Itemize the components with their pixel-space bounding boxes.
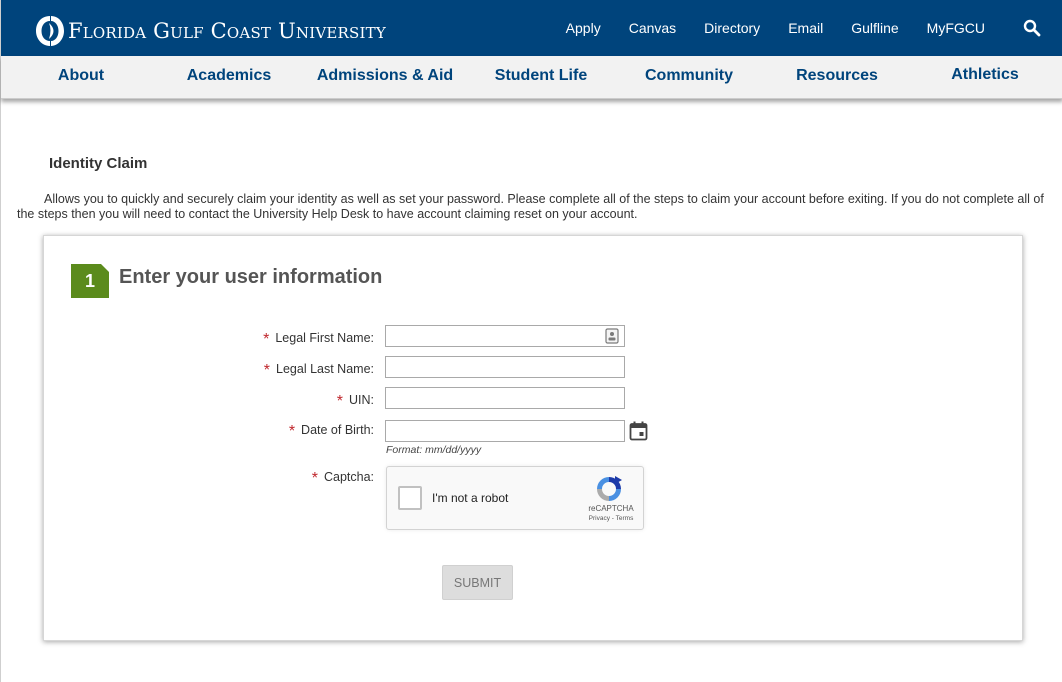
calendar-icon[interactable] [629,421,648,441]
dob-label-text: Date of Birth: [301,423,374,437]
top-header: Florida Gulf Coast University Apply Canv… [1,0,1062,56]
utility-link-myfgcu[interactable]: MyFGCU [927,20,985,36]
recaptcha-checkbox[interactable] [398,486,422,510]
required-marker: * [311,470,318,487]
last-name-input[interactable] [385,356,625,378]
nav-item-athletics[interactable]: Athletics [951,66,1019,84]
search-icon[interactable] [1023,19,1041,37]
step-number-badge: 1 [71,264,109,298]
utility-link-canvas[interactable]: Canvas [629,20,676,36]
fgcu-logo-icon [36,16,64,46]
last-name-row: * Legal Last Name: [44,356,1022,380]
required-marker: * [336,393,343,410]
nav-item-academics[interactable]: Academics [187,67,272,85]
submit-button[interactable]: Submit [442,565,513,600]
first-name-input[interactable] [385,325,625,347]
utility-links: Apply Canvas Directory Email Gulfline My… [538,0,985,56]
uin-label: * UIN: [336,391,374,410]
first-name-label: * Legal First Name: [263,329,374,348]
dob-format-hint: Format: mm/dd/yyyy [386,444,482,456]
uin-label-text: UIN: [349,393,374,407]
nav-item-community[interactable]: Community [645,67,733,85]
captcha-label: * Captcha: [311,468,374,487]
nav-item-student-life[interactable]: Student Life [495,67,587,85]
nav-item-about[interactable]: About [58,67,104,85]
utility-link-apply[interactable]: Apply [566,20,601,36]
required-marker: * [288,423,296,440]
utility-link-directory[interactable]: Directory [704,20,760,36]
dob-label: * Date of Birth: [288,421,374,440]
first-name-label-text: Legal First Name: [275,331,374,345]
recaptcha-logo-icon [597,476,622,501]
utility-link-gulfline[interactable]: Gulfline [851,20,898,36]
recaptcha-label: I'm not a robot [432,491,509,505]
dob-input[interactable] [385,420,625,442]
dob-row: * Date of Birth: Format: mm/dd/yyyy [44,420,1022,460]
nav-item-resources[interactable]: Resources [796,67,878,85]
uin-row: * UIN: [44,387,1022,411]
required-marker: * [263,331,270,348]
utility-link-email[interactable]: Email [788,20,823,36]
step-title: Enter your user information [119,266,383,288]
contact-card-icon[interactable] [605,328,619,344]
captcha-label-text: Captcha: [323,470,374,484]
required-marker: * [263,362,271,379]
recaptcha-widget: I'm not a robot reCAPTCHA Privacy - Term… [386,466,644,530]
first-name-row: * Legal First Name: [44,325,1022,349]
last-name-label-text: Legal Last Name: [276,362,374,376]
page-title: Identity Claim [49,155,148,172]
main-nav: About Academics Admissions & Aid Student… [1,56,1062,99]
uin-input[interactable] [385,387,625,409]
logo-text: Florida Gulf Coast University [68,19,386,43]
recaptcha-terms-link[interactable]: Privacy - Terms [581,515,641,522]
university-logo[interactable]: Florida Gulf Coast University [34,14,386,48]
identity-claim-card: 1 Enter your user information * Legal Fir… [43,235,1023,641]
nav-item-admissions-aid[interactable]: Admissions & Aid [317,67,453,85]
recaptcha-brand: reCAPTCHA [588,504,634,513]
last-name-label: * Legal Last Name: [263,360,374,379]
intro-text: Allows you to quickly and securely claim… [17,192,1044,221]
